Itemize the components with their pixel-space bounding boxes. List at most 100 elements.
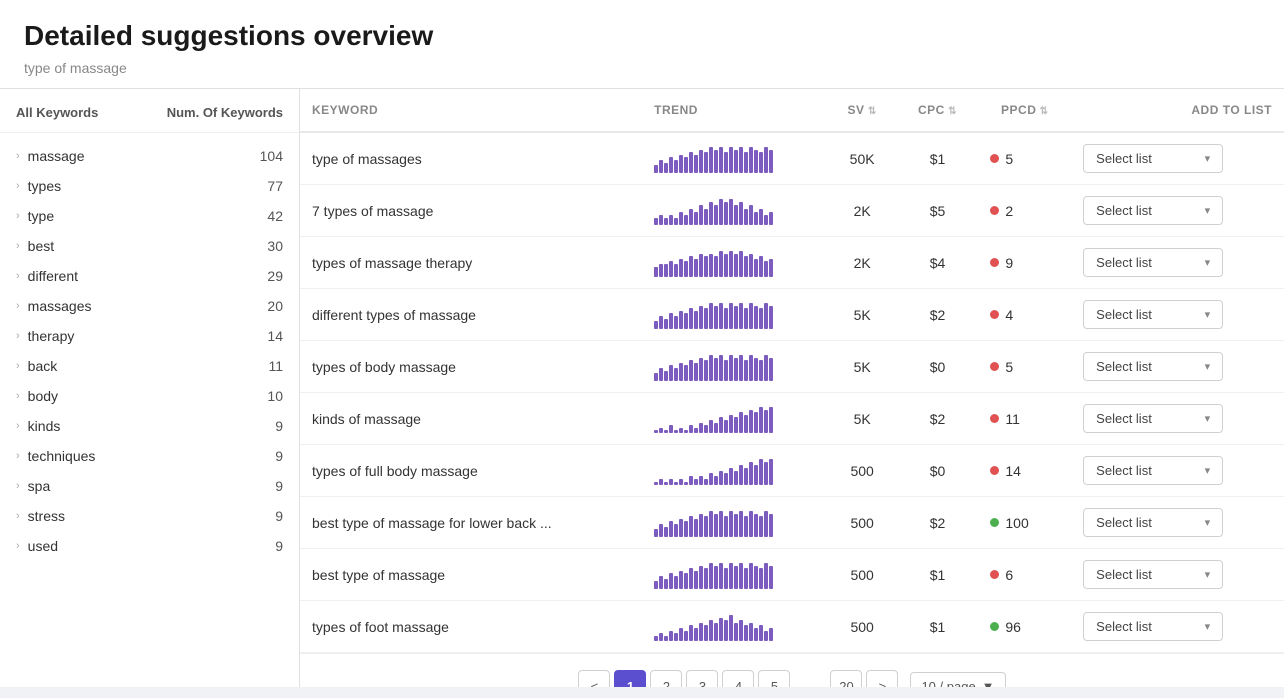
trend-bar (719, 251, 723, 277)
add-to-list-cell: Select list ▾ (1071, 497, 1284, 549)
trend-bar (734, 306, 738, 329)
sidebar-item[interactable]: › massage 104 (0, 141, 299, 171)
select-list-button[interactable]: Select list ▾ (1083, 404, 1223, 433)
table-row: kinds of massage 5K $2 11 Select list ▾ (300, 393, 1284, 445)
trend-bar (654, 430, 658, 433)
sidebar-item[interactable]: › type 42 (0, 201, 299, 231)
per-page-selector[interactable]: 10 / page ▼ (910, 672, 1005, 688)
page-1-button[interactable]: 1 (614, 670, 646, 687)
trend-bar (719, 563, 723, 589)
page-2-button[interactable]: 2 (650, 670, 682, 687)
col-ppcd[interactable]: PPCD (978, 89, 1071, 132)
trend-bar (669, 521, 673, 537)
sidebar-item[interactable]: › body 10 (0, 381, 299, 411)
col-cpc[interactable]: CPC (897, 89, 979, 132)
select-list-button[interactable]: Select list ▾ (1083, 560, 1223, 589)
trend-bar (684, 313, 688, 329)
trend-bar (744, 152, 748, 173)
trend-bar (674, 160, 678, 173)
trend-bar (729, 563, 733, 589)
chevron-down-icon: ▾ (1205, 568, 1211, 581)
ppcd-dot-icon (990, 518, 999, 527)
add-to-list-cell: Select list ▾ (1071, 549, 1284, 601)
sidebar-item-label: different (28, 268, 78, 284)
last-page-button[interactable]: 20 (830, 670, 862, 687)
sidebar-item[interactable]: › different 29 (0, 261, 299, 291)
sidebar-item-label: best (28, 238, 54, 254)
sidebar-item[interactable]: › stress 9 (0, 501, 299, 531)
sv-cell: 500 (828, 445, 897, 497)
trend-bar (674, 316, 678, 329)
trend-bar (704, 256, 708, 277)
trend-bar (739, 511, 743, 537)
sidebar-item[interactable]: › spa 9 (0, 471, 299, 501)
select-list-button[interactable]: Select list ▾ (1083, 612, 1223, 641)
trend-bar (764, 563, 768, 589)
sidebar-item[interactable]: › types 77 (0, 171, 299, 201)
table-body: type of massages 50K $1 5 Select list ▾ … (300, 132, 1284, 653)
trend-bar (734, 358, 738, 381)
select-list-button[interactable]: Select list ▾ (1083, 248, 1223, 277)
sidebar-item-label: therapy (28, 328, 75, 344)
page-4-button[interactable]: 4 (722, 670, 754, 687)
trend-bar (744, 516, 748, 537)
trend-bar (764, 261, 768, 277)
prev-page-button[interactable]: < (578, 670, 610, 687)
col-sv[interactable]: SV (828, 89, 897, 132)
next-page-button[interactable]: > (866, 670, 898, 687)
trend-bar (654, 482, 658, 485)
select-list-button[interactable]: Select list ▾ (1083, 508, 1223, 537)
table-row: type of massages 50K $1 5 Select list ▾ (300, 132, 1284, 185)
ppcd-value: 5 (1005, 151, 1013, 167)
trend-bar (679, 212, 683, 225)
trend-bar (734, 514, 738, 537)
select-list-button[interactable]: Select list ▾ (1083, 352, 1223, 381)
trend-bar (709, 473, 713, 485)
sidebar-items-container: › massage 104 › types 77 › type 42 › bes… (0, 141, 299, 561)
trend-bar (684, 261, 688, 277)
page-subtitle: type of massage (24, 60, 1260, 76)
select-list-button[interactable]: Select list ▾ (1083, 300, 1223, 329)
trend-bar (744, 360, 748, 381)
trend-bar (679, 628, 683, 641)
trend-bar (714, 358, 718, 381)
select-list-label: Select list (1096, 463, 1152, 478)
chevron-right-icon: › (16, 300, 20, 312)
trend-bar (669, 261, 673, 277)
sidebar-item[interactable]: › back 11 (0, 351, 299, 381)
trend-bar (704, 479, 708, 485)
select-list-button[interactable]: Select list ▾ (1083, 196, 1223, 225)
trend-bar (684, 573, 688, 589)
trend-bar (679, 363, 683, 381)
trend-bar (729, 303, 733, 329)
trend-bar (709, 620, 713, 641)
trend-bar (704, 209, 708, 225)
trend-bar (754, 566, 758, 589)
table-area: KEYWORD TREND SV CPC PPCD ADD TO LIST ty… (300, 89, 1284, 687)
page-5-button[interactable]: 5 (758, 670, 790, 687)
trend-bar (749, 623, 753, 641)
trend-bar (719, 417, 723, 433)
sidebar-item[interactable]: › used 9 (0, 531, 299, 561)
page-3-button[interactable]: 3 (686, 670, 718, 687)
pagination: < 1 2 3 4 5 ... 20 > 10 / page ▼ (300, 653, 1284, 687)
trend-bar (739, 620, 743, 641)
sidebar-item[interactable]: › massages 20 (0, 291, 299, 321)
sidebar-item-label: massages (28, 298, 92, 314)
ppcd-dot-icon (990, 258, 999, 267)
chevron-right-icon: › (16, 390, 20, 402)
trend-bar (659, 316, 663, 329)
sidebar-item[interactable]: › kinds 9 (0, 411, 299, 441)
trend-bar (744, 256, 748, 277)
trend-bar (684, 215, 688, 225)
select-list-label: Select list (1096, 307, 1152, 322)
sidebar-item[interactable]: › therapy 14 (0, 321, 299, 351)
trend-bar (684, 521, 688, 537)
trend-bar (759, 308, 763, 329)
sidebar-item[interactable]: › techniques 9 (0, 441, 299, 471)
sidebar-item[interactable]: › best 30 (0, 231, 299, 261)
select-list-button[interactable]: Select list ▾ (1083, 144, 1223, 173)
select-list-button[interactable]: Select list ▾ (1083, 456, 1223, 485)
trend-bar (674, 218, 678, 225)
trend-bar (754, 212, 758, 225)
